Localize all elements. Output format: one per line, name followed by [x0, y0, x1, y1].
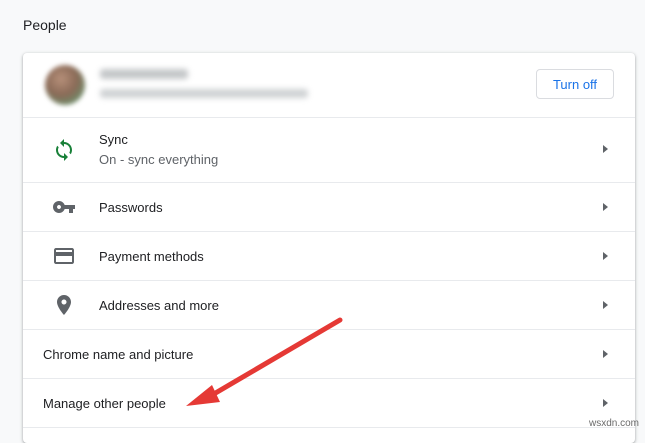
watermark: wsxdn.com: [588, 418, 639, 429]
annotation-arrow-icon: [186, 317, 343, 406]
